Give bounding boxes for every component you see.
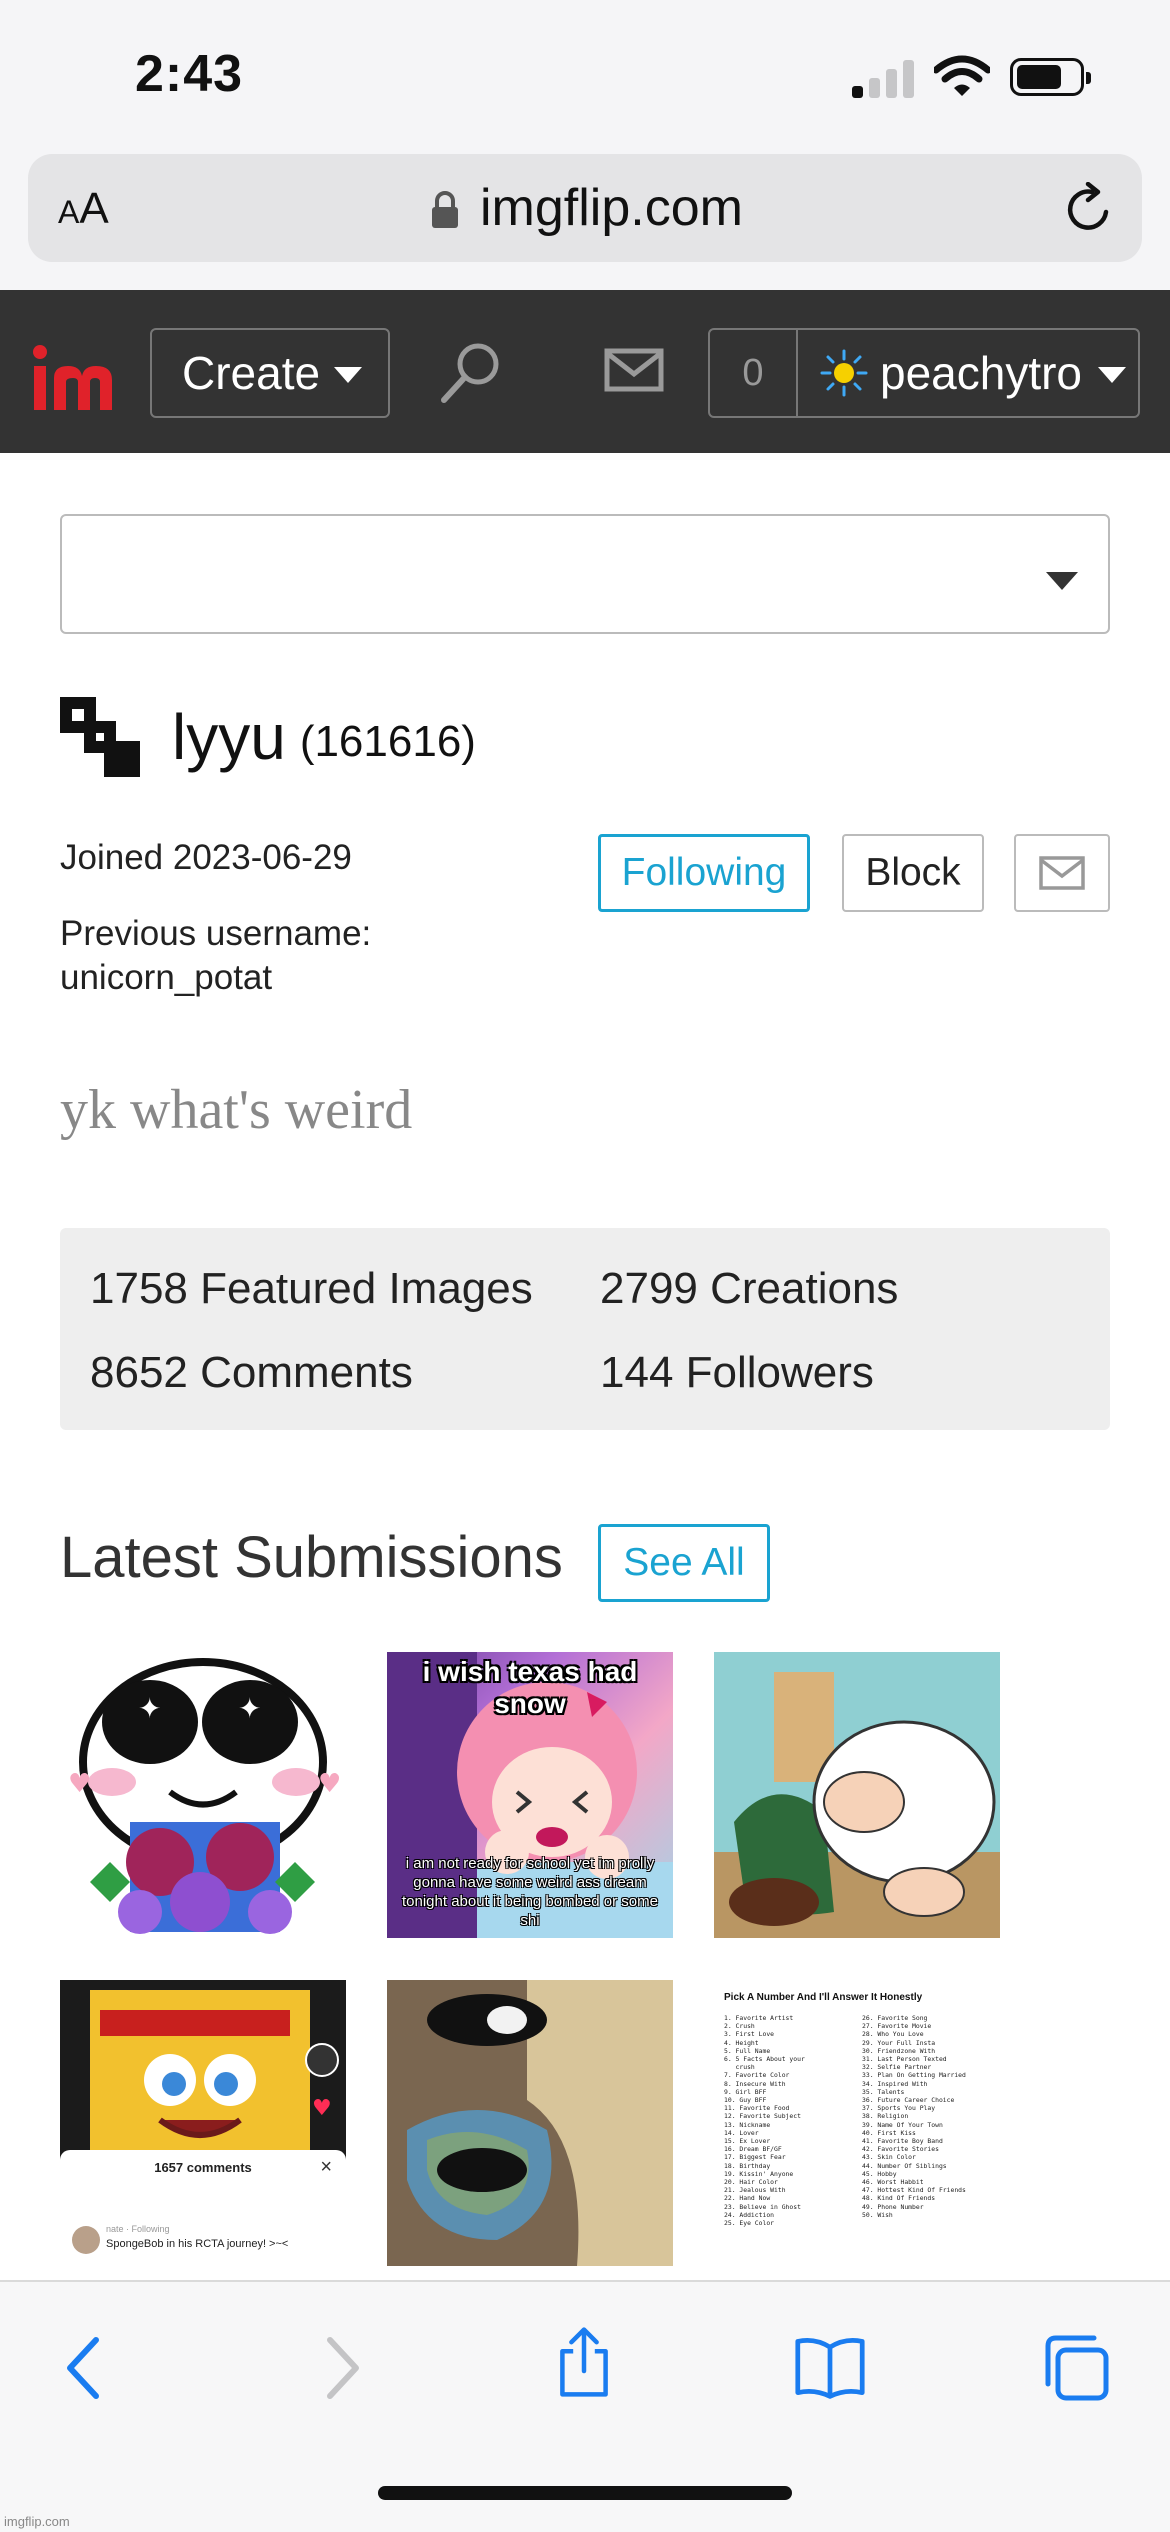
chevron-right-icon[interactable] bbox=[304, 2332, 376, 2404]
comment-user: nate · Following bbox=[106, 2224, 170, 2234]
site-header: Create 0 peachytro bbox=[0, 290, 1170, 453]
chevron-down-icon bbox=[1098, 367, 1126, 383]
previous-username-label: Previous username: bbox=[60, 914, 372, 953]
comments-panel: 1657 comments × nate · Following SpongeB… bbox=[60, 2150, 346, 2266]
cartoon-image bbox=[714, 1652, 1000, 1938]
profile-section-select[interactable] bbox=[60, 514, 1110, 634]
cartoon-sponge-image: ♥ bbox=[60, 1980, 346, 2160]
close-icon: × bbox=[320, 2156, 332, 2178]
battery-icon bbox=[1010, 58, 1091, 96]
username: peachytro bbox=[880, 347, 1080, 399]
mail-icon[interactable] bbox=[604, 348, 664, 392]
svg-text:♥: ♥ bbox=[318, 1769, 341, 1799]
submission-thumbnail[interactable] bbox=[387, 1980, 673, 2266]
book-icon[interactable] bbox=[794, 2332, 866, 2404]
list-title: Pick A Number And I'll Answer It Honestl… bbox=[724, 1992, 923, 2003]
wifi-icon bbox=[934, 55, 990, 96]
chevron-down-icon bbox=[334, 367, 363, 383]
create-dropdown-button[interactable]: Create bbox=[150, 328, 390, 418]
browser-address-area: AA imgflip.com bbox=[0, 150, 1170, 290]
pixel-art-image: ✦ ✦ ♥ ♥ bbox=[68, 1658, 341, 1934]
sun-avatar-icon bbox=[820, 349, 868, 397]
svg-text:♥: ♥ bbox=[68, 1769, 91, 1799]
status-time: 2:43 bbox=[135, 45, 244, 103]
notification-count[interactable]: 0 bbox=[710, 330, 798, 416]
stats-box: 1758 Featured Images 2799 Creations 8652… bbox=[60, 1228, 1110, 1430]
message-button[interactable] bbox=[1014, 834, 1110, 912]
following-button[interactable]: Following bbox=[598, 834, 810, 912]
svg-text:✦: ✦ bbox=[138, 1692, 161, 1725]
submission-thumbnail[interactable]: Pick A Number And I'll Answer It Honestl… bbox=[714, 1980, 1000, 2266]
submission-thumbnail[interactable]: ✦ ✦ ♥ ♥ bbox=[60, 1652, 346, 1938]
meme-top-text: i wish texas had snow bbox=[422, 1656, 638, 1719]
svg-text:♥: ♥ bbox=[312, 2096, 332, 2121]
featured-images-link[interactable]: 1758 Featured Images bbox=[90, 1264, 533, 1314]
comments-link[interactable]: 8652 Comments bbox=[90, 1348, 413, 1398]
chevron-left-icon[interactable] bbox=[50, 2332, 122, 2404]
cats-photo bbox=[387, 1980, 673, 2266]
status-bar: 2:43 bbox=[0, 0, 1170, 150]
lock-icon bbox=[432, 191, 458, 228]
previous-username: unicorn_potat bbox=[60, 958, 273, 997]
see-all-button[interactable]: See All bbox=[598, 1524, 770, 1602]
avatar bbox=[60, 697, 140, 777]
profile-name: lyyu bbox=[172, 701, 286, 773]
submission-thumbnail[interactable]: i wish texas had snow i am not ready for… bbox=[387, 1652, 673, 1938]
search-icon[interactable] bbox=[436, 338, 506, 408]
joined-date: Joined 2023-06-29 bbox=[60, 838, 352, 877]
share-icon[interactable] bbox=[548, 2326, 620, 2398]
submission-thumbnail[interactable] bbox=[714, 1652, 1000, 1938]
block-button[interactable]: Block bbox=[842, 834, 984, 912]
url-text: imgflip.com bbox=[480, 179, 743, 237]
cellular-signal-icon bbox=[852, 58, 916, 98]
address-bar[interactable]: AA imgflip.com bbox=[28, 154, 1142, 262]
watermark: imgflip.com bbox=[4, 2514, 70, 2529]
reader-text-size-button[interactable]: AA bbox=[58, 184, 109, 234]
chevron-down-icon bbox=[1046, 572, 1078, 590]
imgflip-logo[interactable] bbox=[32, 338, 118, 412]
reload-icon[interactable] bbox=[1062, 182, 1116, 236]
profile-header: lyyu (161616) bbox=[60, 692, 476, 782]
comment-text: SpongeBob in his RCTA journey! >~< bbox=[106, 2238, 289, 2250]
meme-bottom-text: i am not ready for school yet im prolly … bbox=[401, 1855, 658, 1929]
profile-bio: yk what's weird bbox=[60, 1079, 413, 1141]
avatar bbox=[72, 2226, 100, 2254]
list-column-left: 1. Favorite Artist 2. Crush 3. First Lov… bbox=[724, 2014, 805, 2228]
profile-points: (161616) bbox=[299, 717, 476, 766]
svg-text:✦: ✦ bbox=[238, 1692, 261, 1725]
home-indicator[interactable] bbox=[378, 2486, 792, 2500]
tabs-icon[interactable] bbox=[1040, 2332, 1112, 2404]
mail-icon bbox=[1039, 856, 1085, 890]
followers-link[interactable]: 144 Followers bbox=[600, 1348, 874, 1398]
list-column-right: 26. Favorite Song 27. Favorite Movie 28.… bbox=[862, 2014, 966, 2219]
creations-link[interactable]: 2799 Creations bbox=[600, 1264, 898, 1314]
comments-count: 1657 comments bbox=[154, 2160, 252, 2175]
submission-thumbnail[interactable]: ♥ 1657 comments × nate · Following Spong… bbox=[60, 1980, 346, 2266]
user-menu-button[interactable]: 0 peachytro bbox=[708, 328, 1140, 418]
latest-submissions-title: Latest Submissions bbox=[60, 1525, 563, 1590]
